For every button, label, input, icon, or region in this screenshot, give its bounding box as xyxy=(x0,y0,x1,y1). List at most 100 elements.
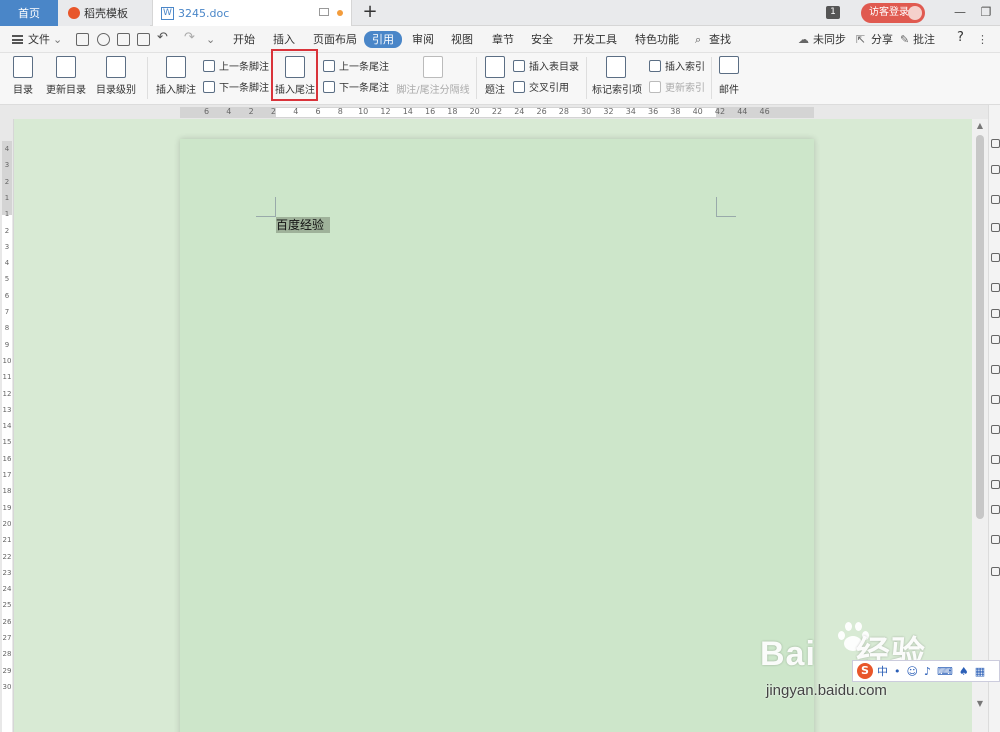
keyboard-icon[interactable]: ⌨ xyxy=(937,665,953,678)
toc-button[interactable]: 目录 xyxy=(8,56,38,96)
new-tab-button[interactable]: + xyxy=(360,3,380,23)
menu-tab-1[interactable]: 插入 xyxy=(273,32,295,48)
scrollbar-thumb[interactable] xyxy=(976,135,984,519)
footnote-separator-button[interactable]: 脚注/尾注分隔线 xyxy=(396,56,470,96)
next-footnote-button[interactable]: 下一条脚注 xyxy=(203,79,269,94)
guest-login-label: 访客登录 xyxy=(869,7,909,18)
search-label[interactable]: 查找 xyxy=(709,32,731,48)
toolbox-icon[interactable]: ▦ xyxy=(975,665,985,678)
prev-endnote-button[interactable]: 上一条尾注 xyxy=(323,58,389,73)
insert-table-of-figures-button[interactable]: 插入表目录 xyxy=(513,58,579,73)
ime-toolbar[interactable]: S 中 • ☺ ♪ ⌨ ♠ ▦ xyxy=(852,660,1000,682)
watermark-url: jingyan.baidu.com xyxy=(766,682,887,699)
cross-reference-button[interactable]: 交叉引用 xyxy=(513,79,569,94)
redo-icon[interactable]: ↷ xyxy=(184,30,195,46)
print-preview-icon[interactable] xyxy=(137,33,150,46)
side-tool-icon[interactable] xyxy=(991,365,1000,374)
guest-login-button[interactable]: 访客登录 xyxy=(861,3,925,23)
vertical-scrollbar[interactable]: ▲ ▼ xyxy=(972,119,988,732)
scroll-up-icon[interactable]: ▲ xyxy=(972,121,988,130)
monitor-icon[interactable] xyxy=(319,8,329,16)
voice-icon[interactable]: ♪ xyxy=(924,665,931,678)
update-toc-button[interactable]: 更新目录 xyxy=(44,56,88,96)
ruler-tick-label: 2 xyxy=(248,107,254,116)
sync-status[interactable]: 未同步 xyxy=(813,32,846,48)
undo-icon[interactable]: ↶ xyxy=(157,30,168,46)
side-tool-icon[interactable] xyxy=(991,395,1000,404)
ruler-tick-label: 4 xyxy=(226,107,232,116)
menu-tab-3-active[interactable]: 引用 xyxy=(364,31,402,48)
more-options-icon[interactable]: ⋮ xyxy=(977,32,988,48)
menu-tab-0[interactable]: 开始 xyxy=(233,32,255,48)
side-tool-icon[interactable] xyxy=(991,425,1000,434)
ribbon-separator xyxy=(476,57,477,99)
side-tool-icon[interactable] xyxy=(991,480,1000,489)
mail-button[interactable]: 邮件 xyxy=(716,56,742,96)
side-tool-icon[interactable] xyxy=(991,165,1000,174)
punctuation-icon[interactable]: • xyxy=(894,665,901,678)
ruler-tick-label: 44 xyxy=(737,107,748,116)
format-painter-icon[interactable] xyxy=(97,33,110,46)
search-icon[interactable]: ⌕ xyxy=(695,32,701,48)
side-tool-icon[interactable] xyxy=(991,567,1000,576)
comment-button[interactable]: 批注 xyxy=(913,32,935,48)
side-tool-icon[interactable] xyxy=(991,535,1000,544)
side-tool-icon[interactable] xyxy=(991,505,1000,514)
toc-level-button[interactable]: 目录级别 xyxy=(92,56,140,96)
help-button[interactable]: ? xyxy=(957,30,964,46)
side-tool-icon[interactable] xyxy=(991,139,1000,148)
scroll-down-icon[interactable]: ▼ xyxy=(972,699,988,708)
update-index-button[interactable]: 更新索引 xyxy=(649,79,705,94)
window-count-badge[interactable]: 1 xyxy=(826,6,840,19)
mark-index-button[interactable]: 标记索引项 xyxy=(592,56,642,96)
minimize-button[interactable]: — xyxy=(952,4,968,20)
tab-template[interactable]: 稻壳模板 xyxy=(58,0,150,26)
side-tool-icon[interactable] xyxy=(991,309,1000,318)
side-tool-icon[interactable] xyxy=(991,223,1000,232)
cloud-icon[interactable]: ☁ xyxy=(798,32,809,48)
ime-mode-label[interactable]: 中 xyxy=(877,663,888,679)
selected-text[interactable]: 百度经验 xyxy=(276,217,331,233)
caption-label: 题注 xyxy=(485,85,505,96)
watermark-brand: Bai xyxy=(760,635,816,673)
comment-icon[interactable]: ✎ xyxy=(900,32,909,48)
side-tool-icon[interactable] xyxy=(991,253,1000,262)
ruler-tick-label: 8 xyxy=(337,107,343,116)
vruler-tick-label: 3 xyxy=(4,242,10,251)
menu-tab-7[interactable]: 安全 xyxy=(531,32,553,48)
vruler-tick-label: 18 xyxy=(2,487,12,496)
vertical-ruler: 4 3 2 1 1 2 3 4 5 6 7 8 9 10 11 12 13 14 15 16 17 18 19 20 21 22 2… xyxy=(0,119,14,732)
share-button[interactable]: 分享 xyxy=(871,32,893,48)
menu-tab-2[interactable]: 页面布局 xyxy=(313,32,357,48)
side-tool-icon[interactable] xyxy=(991,335,1000,344)
save-icon[interactable] xyxy=(76,33,89,46)
side-tool-icon[interactable] xyxy=(991,455,1000,464)
tab-home[interactable]: 首页 xyxy=(0,0,58,26)
document-page[interactable]: 百度经验 xyxy=(180,139,814,732)
file-menu[interactable]: 文件 xyxy=(28,32,50,48)
menu-tab-6[interactable]: 章节 xyxy=(492,32,514,48)
prev-footnote-button[interactable]: 上一条脚注 xyxy=(203,58,269,73)
caption-button[interactable]: 题注 xyxy=(483,56,507,96)
next-endnote-button[interactable]: 下一条尾注 xyxy=(323,79,389,94)
insert-footnote-button[interactable]: 插入脚注 xyxy=(154,56,198,96)
menu-tab-4[interactable]: 审阅 xyxy=(412,32,434,48)
print-icon[interactable] xyxy=(117,33,130,46)
restore-button[interactable]: ❐ xyxy=(978,4,994,20)
tab-document[interactable]: W 3245.doc xyxy=(152,0,352,26)
hamburger-menu-icon[interactable] xyxy=(12,35,23,44)
share-icon[interactable]: ⇱ xyxy=(856,32,865,48)
menu-tab-5[interactable]: 视图 xyxy=(451,32,473,48)
side-tool-icon[interactable] xyxy=(991,283,1000,292)
skin-icon[interactable]: ♠ xyxy=(959,665,969,678)
insert-index-button[interactable]: 插入索引 xyxy=(649,58,705,73)
vruler-tick-label: 2 xyxy=(4,177,10,186)
quick-access-chevron-icon[interactable]: ⌄ xyxy=(206,32,215,48)
menu-tab-9[interactable]: 特色功能 xyxy=(635,32,679,48)
file-chevron-down-icon[interactable]: ⌄ xyxy=(53,32,62,48)
emoji-icon[interactable]: ☺ xyxy=(907,665,918,678)
ruler-tick-label: 4 xyxy=(293,107,299,116)
next-footnote-icon xyxy=(203,80,215,93)
menu-tab-8[interactable]: 开发工具 xyxy=(573,32,617,48)
side-tool-icon[interactable] xyxy=(991,195,1000,204)
